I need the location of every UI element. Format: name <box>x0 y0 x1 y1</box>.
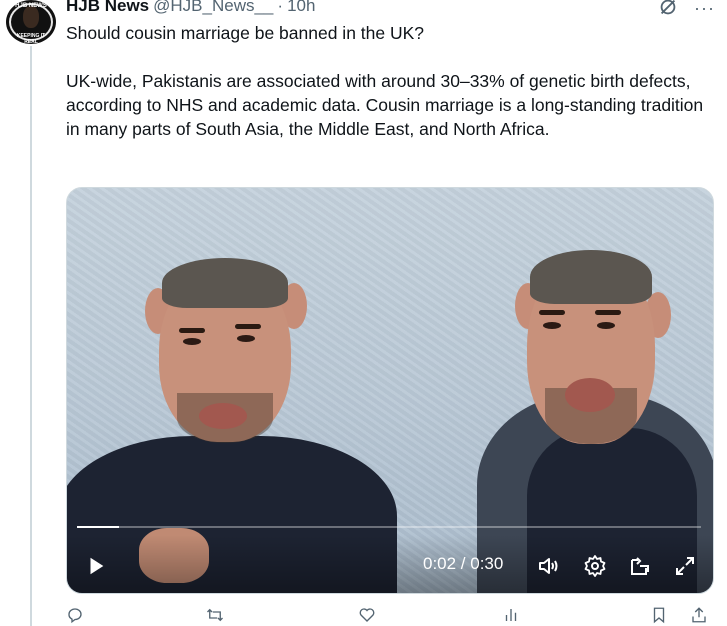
left-person-mouth <box>199 403 247 429</box>
fullscreen-icon[interactable] <box>673 554 697 578</box>
video-progress-bar[interactable] <box>77 526 701 528</box>
right-person-brow-left <box>539 310 565 315</box>
left-person-brow-right <box>235 324 261 329</box>
bookmark-action[interactable] <box>650 606 668 624</box>
left-person-brow-left <box>179 328 205 333</box>
left-person-hair <box>162 258 288 308</box>
right-person-eye-right <box>597 322 615 329</box>
header-separator: · <box>277 0 284 15</box>
right-person-brow-right <box>595 310 621 315</box>
more-icon[interactable]: ··· <box>694 0 715 19</box>
right-person-eye-left <box>543 322 561 329</box>
avatar-top-text: HJB NEWS <box>15 3 47 9</box>
left-person-eye-right <box>237 335 255 342</box>
avatar-bottom-text: KEEPING IT REAL <box>16 33 46 44</box>
share-action[interactable] <box>690 606 708 624</box>
left-person-eye-left <box>183 338 201 345</box>
tweet-timestamp[interactable]: 10h <box>287 0 315 16</box>
grok-icon[interactable] <box>657 0 679 18</box>
right-person-hair <box>530 250 652 304</box>
video-player[interactable]: 0:02 / 0:30 <box>66 187 714 594</box>
video-controls-gradient <box>67 535 713 593</box>
reply-action[interactable] <box>66 606 84 624</box>
thread-connector-line <box>30 46 32 626</box>
video-progress-fill <box>77 526 119 528</box>
tweet-header: HJB News @HJB_News__ · 10h <box>66 0 315 18</box>
avatar-face <box>23 6 39 28</box>
avatar[interactable]: HJB NEWS KEEPING IT REAL <box>6 0 56 44</box>
retweet-icon <box>207 608 223 622</box>
popout-icon[interactable] <box>628 554 652 578</box>
volume-icon[interactable] <box>537 554 561 578</box>
tweet-body: UK-wide, Pakistanis are associated with … <box>66 71 704 139</box>
author-handle[interactable]: @HJB_News__ <box>153 0 273 16</box>
tweet-action-bar <box>66 606 712 626</box>
views-icon <box>505 609 517 621</box>
tweet-question: Should cousin marriage be banned in the … <box>66 23 425 43</box>
play-icon[interactable] <box>85 555 107 577</box>
share-icon <box>692 607 706 623</box>
settings-icon[interactable] <box>583 554 607 578</box>
retweet-action[interactable] <box>206 606 224 624</box>
reply-icon <box>68 608 82 624</box>
author-display-name[interactable]: HJB News <box>66 0 149 16</box>
tweet-text: Should cousin marriage be banned in the … <box>66 21 706 141</box>
right-person-mouth <box>565 378 615 412</box>
video-time-display: 0:02 / 0:30 <box>423 554 504 573</box>
like-action[interactable] <box>358 606 376 624</box>
views-action[interactable] <box>502 606 520 624</box>
bookmark-icon <box>653 607 665 624</box>
like-icon <box>359 608 375 622</box>
